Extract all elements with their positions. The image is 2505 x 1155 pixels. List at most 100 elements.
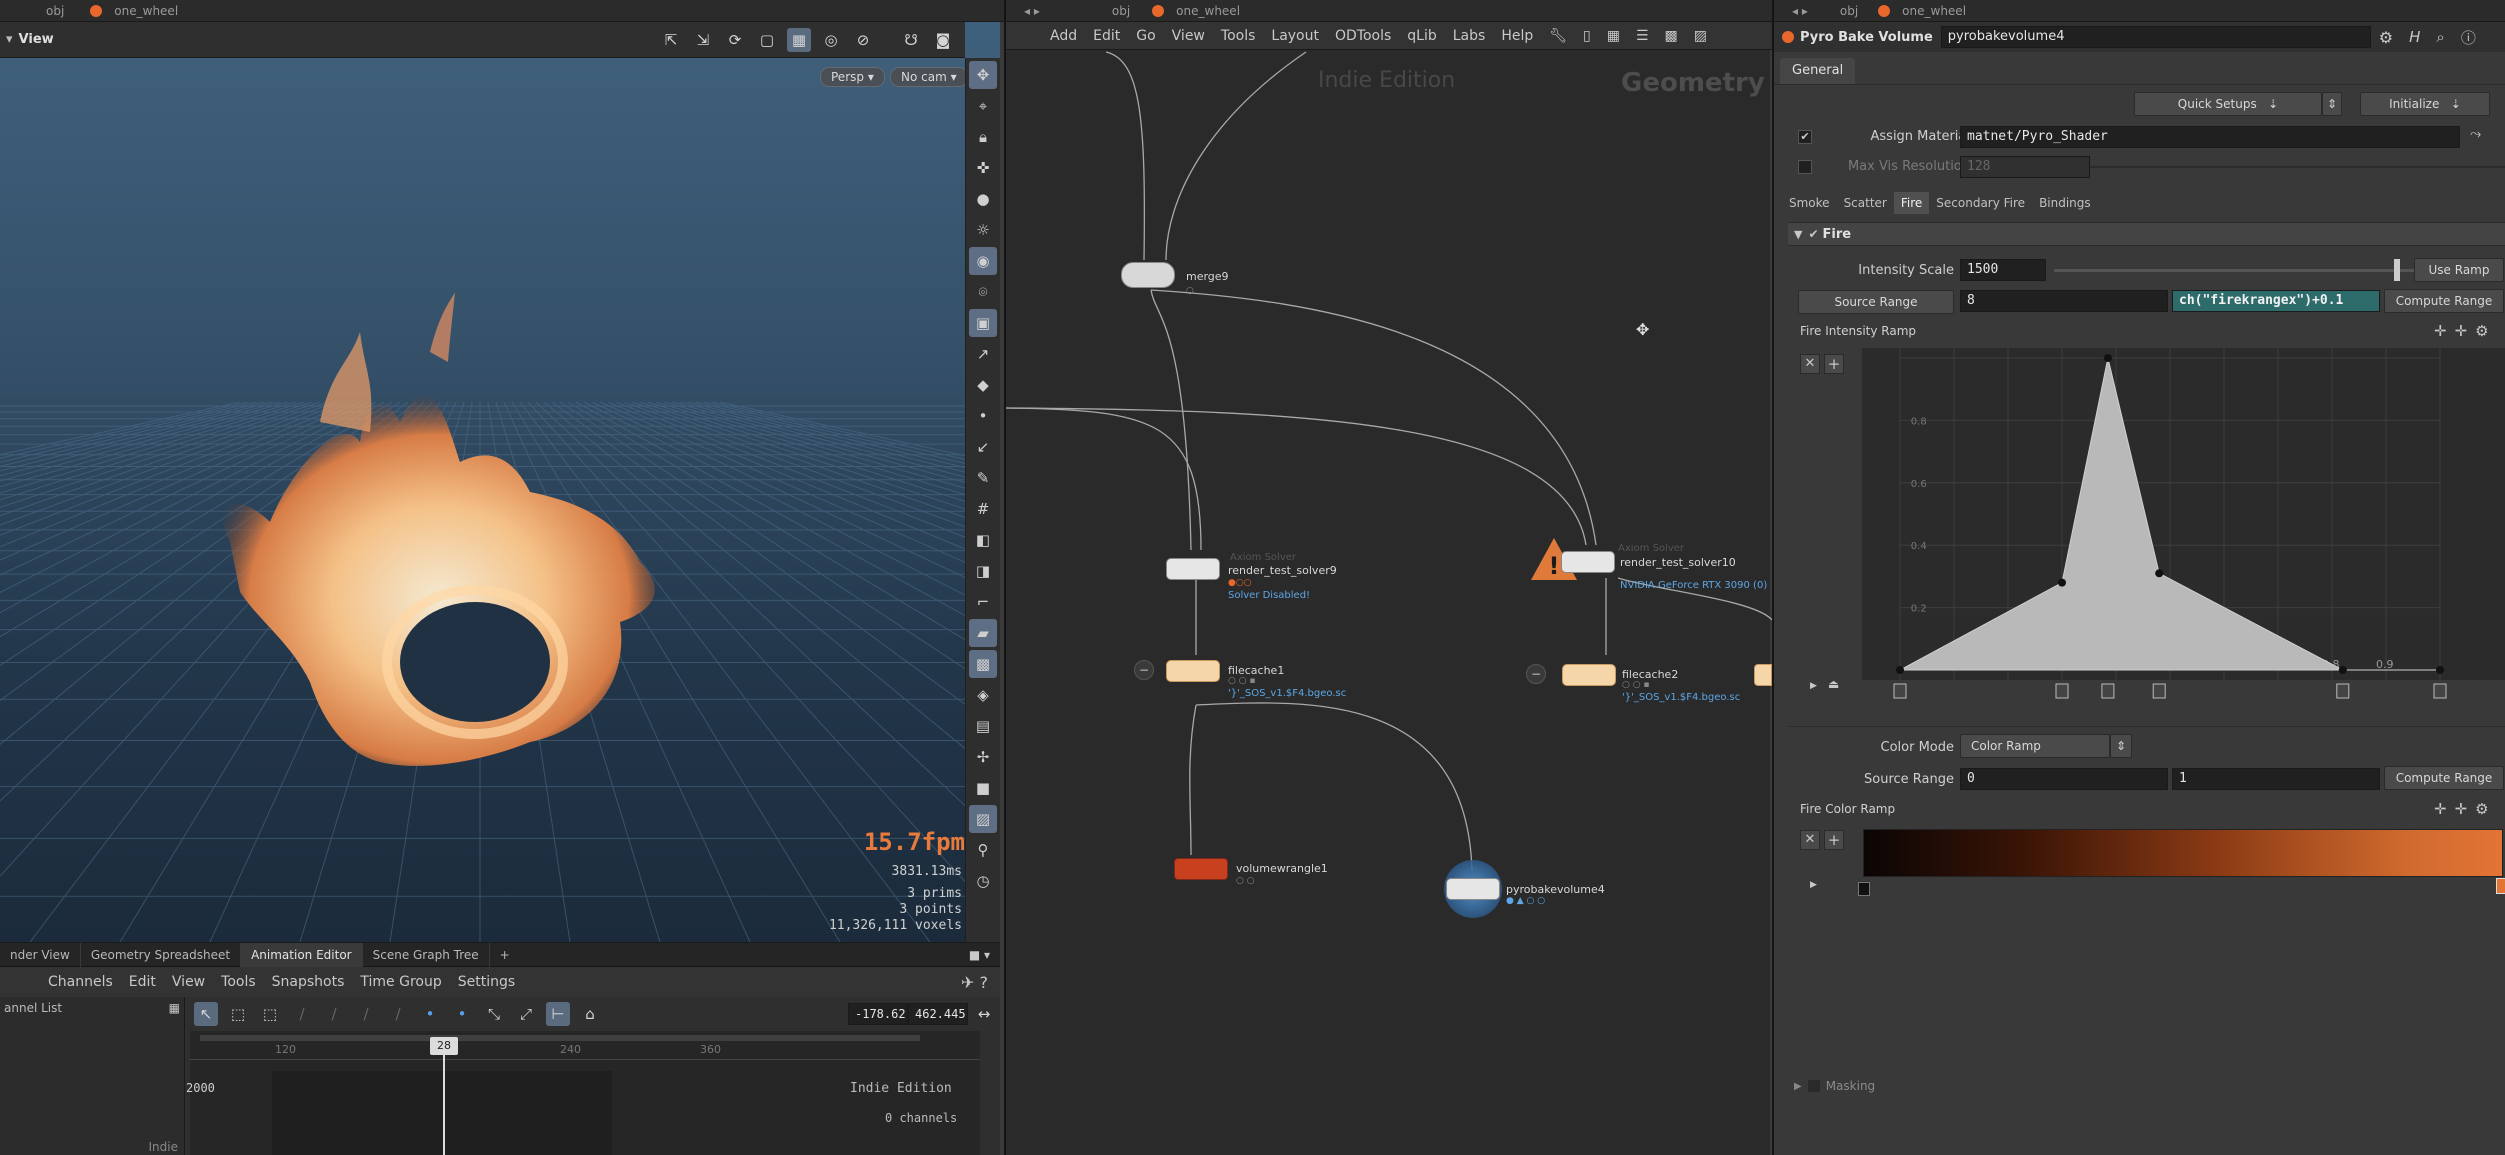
display-options-icon[interactable]: ▢ [755, 28, 779, 52]
range-max-field[interactable]: 462.445 [908, 1003, 968, 1025]
network-editor[interactable]: ◂ ▸ obj one_wheel Add Edit Go View Tools… [1004, 0, 1772, 1155]
node-flags-icon[interactable]: ○ [1186, 286, 1194, 296]
quick-setups-menu[interactable]: Quick Setups ⇣ [2134, 92, 2322, 116]
node-flags-icon[interactable]: ○ ○ ▪ [1622, 680, 1650, 690]
select-arrow-icon[interactable]: ⇱ [659, 28, 683, 52]
ramp-tools-icons[interactable]: ✛✛⚙ [2434, 322, 2497, 340]
ramp-add-key-icon[interactable]: + [1824, 354, 1844, 374]
ramp-key-handle[interactable] [2336, 683, 2350, 699]
assign-material-checkbox[interactable]: ✔ [1798, 130, 1812, 144]
view-menu-icon[interactable]: ▾ [6, 32, 13, 47]
color-key-start[interactable] [1858, 882, 1870, 896]
tab-geometry-spreadsheet[interactable]: Geometry Spreadsheet [81, 942, 242, 967]
pen-icon[interactable]: ✎ [969, 464, 997, 492]
square-icon[interactable]: ■ [969, 774, 997, 802]
pane-menu-icon[interactable]: ■ ▾ [969, 948, 990, 962]
ramp-expand-icon[interactable]: ▶ [1810, 681, 1817, 691]
geometry-icon[interactable]: ◆ [969, 371, 997, 399]
node-pyrobakevolume4[interactable] [1446, 878, 1500, 900]
node-offscreen[interactable] [1754, 664, 1772, 686]
clock-icon[interactable]: ◷ [969, 867, 997, 895]
render-icon[interactable]: ▨ [969, 805, 997, 833]
channel-list[interactable]: annel List ▦ Indie [0, 997, 185, 1155]
vector-icon[interactable]: ↙ [969, 433, 997, 461]
path-root[interactable]: obj [40, 4, 70, 18]
source-range-expr-field[interactable]: ch("firekrangex")+0.1 [2172, 290, 2380, 312]
collapse-arrow-icon[interactable]: ▼ [1794, 228, 1802, 241]
number-icon[interactable]: # [969, 495, 997, 523]
node-volumewrangle1[interactable] [1174, 858, 1228, 880]
fit-icon[interactable]: ⊢ [546, 1002, 570, 1026]
jump-to-node-icon[interactable]: ⤳ [2470, 126, 2481, 142]
gear-icon[interactable]: ⚙ [2371, 28, 2401, 47]
ramp-key-point[interactable] [2103, 354, 2112, 362]
node-flags-icon[interactable]: ●○○ [1228, 578, 1252, 588]
ramp-key-point[interactable] [2338, 666, 2347, 674]
node-filecache2[interactable] [1562, 664, 1616, 686]
masking-section[interactable]: ▶ Masking [1788, 1076, 2088, 1096]
color-key-end[interactable] [2496, 878, 2505, 894]
key-dot2-icon[interactable]: • [450, 1002, 474, 1026]
current-frame-marker[interactable]: 28 [430, 1037, 458, 1055]
paint-icon[interactable]: ▰ [969, 619, 997, 647]
reset-range-icon[interactable]: ↔ [972, 1002, 996, 1026]
back-icon[interactable]: ◂ ▸ [1786, 4, 1814, 18]
filecache1-collapse-icon[interactable]: − [1134, 660, 1154, 680]
ramp-key-point[interactable] [1896, 666, 1904, 674]
pin-icon[interactable]: ✈ ? [961, 973, 988, 992]
ramp-key-handle[interactable] [2152, 683, 2166, 699]
range-min-field[interactable]: -178.62 [848, 1003, 908, 1025]
ramp-key-point[interactable] [2058, 578, 2066, 587]
ghost-icon[interactable]: ☋ [899, 28, 923, 52]
tangent2-icon[interactable]: ∕ [322, 1002, 346, 1026]
menu-tools[interactable]: Tools [213, 974, 264, 990]
intensity-slider-handle[interactable] [2394, 259, 2400, 281]
fire-intensity-ramp-graph[interactable]: 0.10.20.30.40.50.60.70.80.9 0.80.60.40.2 [1862, 348, 2505, 708]
camera-icon[interactable]: ◉ [969, 247, 997, 275]
handle-icon[interactable]: ✜ [969, 154, 997, 182]
light-icon[interactable]: ☼ [969, 216, 997, 244]
node-flags-icon[interactable]: ○ ○ ▪ [1228, 676, 1256, 686]
info-icon[interactable]: ⓘ [2453, 27, 2484, 48]
color-mode-menu[interactable]: Color Ramp [1960, 734, 2110, 758]
color-ramp-delete-icon[interactable]: ✕ [1800, 830, 1820, 850]
color-ramp-tools-icons[interactable]: ✛✛⚙ [2434, 800, 2497, 818]
box-select-icon[interactable]: ⬚ [226, 1002, 250, 1026]
fire-color-ramp[interactable] [1863, 829, 2503, 877]
path-node[interactable]: one_wheel [108, 4, 184, 18]
color-mode-arrows-icon[interactable]: ⇕ [2110, 734, 2132, 758]
graph-area[interactable]: 120 240 360 120 28 2000 Indie Edition 0 … [186, 1031, 980, 1155]
ramp-key-icon[interactable]: ⏏ [1828, 677, 1839, 691]
fan-icon[interactable]: ✢ [969, 743, 997, 771]
sphere-icon[interactable]: ● [969, 185, 997, 213]
grid-display-icon[interactable]: ▣ [969, 309, 997, 337]
node-render-test-solver10[interactable] [1561, 551, 1615, 573]
source-range2-min[interactable]: 0 [1960, 768, 2168, 790]
color-ramp-add-icon[interactable]: + [1824, 830, 1844, 850]
compute-range2-button[interactable]: Compute Range [2384, 766, 2504, 790]
ramp-key-handle[interactable] [1893, 683, 1907, 699]
node-render-test-solver9[interactable] [1166, 558, 1220, 580]
params-path-root[interactable]: obj [1834, 4, 1864, 18]
compute-range-button[interactable]: Compute Range [2384, 289, 2504, 313]
fire-enable-checkbox[interactable]: ✔ [1808, 227, 1818, 241]
intensity-scale-field[interactable]: 1500 [1960, 259, 2046, 281]
lock-keys-icon[interactable]: ⌂ [578, 1002, 602, 1026]
channel-list-menu-icon[interactable]: ▦ [169, 1001, 180, 1015]
checker-icon[interactable]: ▩ [969, 650, 997, 678]
filecache2-collapse-icon[interactable]: − [1526, 664, 1546, 684]
tangent3-icon[interactable]: ∕ [354, 1002, 378, 1026]
quick-setups-arrows-icon[interactable]: ⇕ [2322, 92, 2342, 116]
assign-material-field[interactable]: matnet/Pyro_Shader [1960, 126, 2460, 148]
pin-icon[interactable]: ⚲ [969, 836, 997, 864]
source-range2-max[interactable]: 1 [2172, 768, 2380, 790]
node-flags-icon[interactable]: ● ▲ ○ ○ [1506, 896, 1545, 906]
node-merge9[interactable] [1121, 262, 1175, 288]
home-icon[interactable]: ⤢ [514, 1002, 538, 1026]
tangent-icon[interactable]: ∕ [290, 1002, 314, 1026]
source-range-button[interactable]: Source Range [1798, 290, 1954, 314]
masking-expand-icon[interactable]: ▶ [1794, 1081, 1802, 1092]
tab-general[interactable]: General [1780, 58, 1856, 84]
ramp-key-handle[interactable] [2055, 683, 2069, 699]
max-vis-checkbox[interactable] [1798, 160, 1812, 174]
